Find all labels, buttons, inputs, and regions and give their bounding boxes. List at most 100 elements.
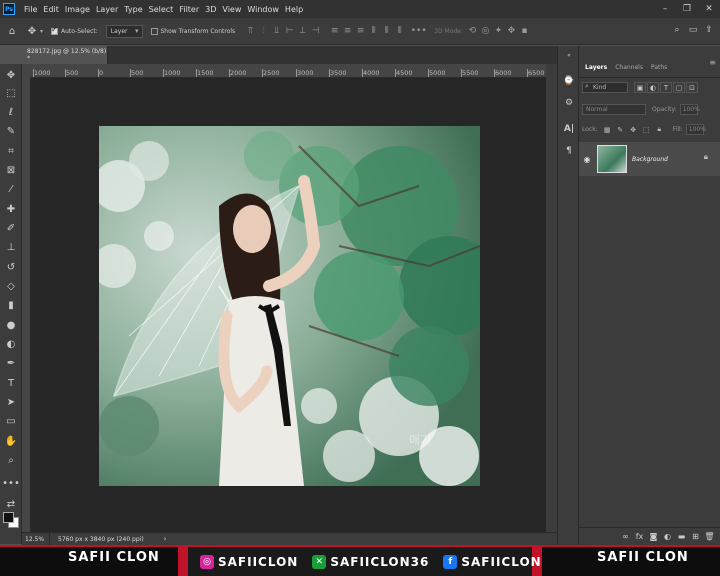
align-bottom-icon[interactable]: ⫫	[271, 25, 282, 37]
zoom-tool-icon[interactable]: ⌕	[2, 452, 20, 469]
menu-layer[interactable]: Layer	[93, 5, 121, 14]
panel-menu-icon[interactable]: ≡	[709, 58, 716, 67]
align-top-icon[interactable]: ⫪	[245, 25, 256, 37]
hand-tool-icon[interactable]: ✋	[2, 433, 20, 450]
type-tool-icon[interactable]: T	[2, 375, 20, 392]
align-right-icon[interactable]: ⊣	[310, 25, 321, 37]
3d-scale-icon[interactable]: ▪	[519, 25, 530, 37]
pixel-filter-icon[interactable]: ▣	[634, 82, 646, 93]
blend-mode-dropdown[interactable]: Normal	[582, 104, 646, 115]
frame-tool-icon[interactable]: ⊠	[2, 162, 20, 179]
distribute-top-icon[interactable]: ≡	[329, 25, 340, 37]
adjustment-layer-icon[interactable]: ◐	[661, 531, 674, 543]
menu-select[interactable]: Select	[146, 5, 177, 14]
3d-pan-icon[interactable]: ✦	[493, 25, 504, 37]
clone-stamp-tool-icon[interactable]: ⊥	[2, 239, 20, 256]
opacity-field[interactable]: 100%	[679, 104, 700, 115]
menu-view[interactable]: View	[219, 5, 244, 14]
distribute-bottom-icon[interactable]: ≡	[355, 25, 366, 37]
healing-brush-tool-icon[interactable]: ✚	[2, 201, 20, 218]
delete-layer-icon[interactable]: 🗑︎	[703, 531, 716, 543]
auto-select-target-dropdown[interactable]: Layer	[105, 24, 143, 38]
lasso-tool-icon[interactable]: ℓ	[2, 104, 20, 121]
layer-lock-icon[interactable]: 🔒︎	[704, 152, 708, 162]
auto-select-checkbox[interactable]	[51, 25, 59, 35]
visibility-eye-icon[interactable]: ◉	[579, 155, 595, 164]
dodge-tool-icon[interactable]: ◐	[2, 336, 20, 353]
horizontal-ruler[interactable]: 1000 500 0 500 1000 1500 2000 2500 3000 …	[31, 64, 546, 78]
home-icon[interactable]: ⌂	[4, 23, 20, 39]
lock-artboard-icon[interactable]: ⬚	[641, 124, 652, 135]
swap-colors-icon[interactable]: ⇄	[2, 496, 20, 513]
lock-all-icon[interactable]: 🔒︎	[654, 124, 665, 135]
lock-move-icon[interactable]: ✥	[628, 124, 639, 135]
pen-tool-icon[interactable]: ✒	[2, 355, 20, 372]
character-panel-icon[interactable]: A|	[562, 122, 576, 136]
adjustment-filter-icon[interactable]: ◐	[647, 82, 659, 93]
3d-rotate-icon[interactable]: ⟲	[467, 25, 478, 37]
document-tab[interactable]: 828172.jpg @ 12.5% (b/8) *	[22, 46, 108, 64]
chevron-right-icon[interactable]: ›	[164, 535, 167, 543]
layer-row[interactable]: ◉ Background 🔒︎	[579, 142, 720, 176]
tab-layers[interactable]: Layers	[581, 64, 611, 77]
move-tool-icon[interactable]: ✥	[24, 23, 40, 39]
distribute-center-icon[interactable]: ⦀	[381, 25, 392, 37]
tab-channels[interactable]: Channels	[611, 64, 647, 77]
tool-preset-chevron-icon[interactable]: ▾	[40, 28, 43, 35]
foreground-color-swatch[interactable]	[3, 512, 14, 523]
restore-icon[interactable]: ❐	[676, 0, 698, 18]
eyedropper-tool-icon[interactable]: ⁄	[2, 181, 20, 198]
lock-paint-icon[interactable]: ✎	[615, 124, 626, 135]
smart-object-filter-icon[interactable]: ⊡	[686, 82, 698, 93]
eraser-tool-icon[interactable]: ◇	[2, 278, 20, 295]
menu-filter[interactable]: Filter	[176, 5, 202, 14]
menu-3d[interactable]: 3D	[202, 5, 219, 14]
rectangle-tool-icon[interactable]: ▭	[2, 413, 20, 430]
new-layer-icon[interactable]: ⊞	[689, 531, 702, 543]
new-group-icon[interactable]: ▬	[675, 531, 688, 543]
lock-transparent-icon[interactable]: ▦	[602, 124, 613, 135]
shape-filter-icon[interactable]: ▢	[673, 82, 685, 93]
link-layers-icon[interactable]: ∞	[619, 531, 632, 543]
menu-edit[interactable]: Edit	[40, 5, 62, 14]
move-tool-icon[interactable]: ✥	[2, 67, 20, 84]
history-panel-icon[interactable]: ⌚	[562, 74, 576, 88]
distribute-middle-icon[interactable]: ≡	[342, 25, 353, 37]
align-left-icon[interactable]: ⊢	[284, 25, 295, 37]
fill-field[interactable]: 100%	[685, 124, 706, 135]
search-icon[interactable]: ⌕	[670, 23, 684, 37]
menu-type[interactable]: Type	[121, 5, 145, 14]
menu-window[interactable]: Window	[244, 5, 282, 14]
3d-slide-icon[interactable]: ✥	[506, 25, 517, 37]
quick-select-tool-icon[interactable]: ✎	[2, 123, 20, 140]
show-transform-checkbox[interactable]	[150, 27, 158, 35]
properties-panel-icon[interactable]: ⚙	[562, 96, 576, 110]
workspace-icon[interactable]: ▭	[686, 23, 700, 37]
zoom-level[interactable]: 12.5%	[22, 532, 50, 546]
path-selection-tool-icon[interactable]: ➤	[2, 394, 20, 411]
tab-paths[interactable]: Paths	[647, 64, 671, 77]
close-icon[interactable]: ✕	[698, 0, 720, 18]
edit-toolbar-icon[interactable]: •••	[2, 475, 20, 492]
distribute-right-icon[interactable]: ⦀	[394, 25, 405, 37]
3d-roll-icon[interactable]: ◎	[480, 25, 491, 37]
collapse-panels-icon[interactable]: «	[562, 48, 576, 62]
ruler-origin[interactable]	[22, 64, 31, 78]
vertical-scrollbar[interactable]	[546, 64, 557, 532]
blur-tool-icon[interactable]: ●	[2, 317, 20, 334]
align-middle-icon[interactable]: ⫶	[258, 25, 269, 37]
layer-name[interactable]: Background	[632, 156, 668, 163]
type-filter-icon[interactable]: T	[660, 82, 672, 93]
menu-image[interactable]: Image	[62, 5, 93, 14]
canvas-area[interactable]: 애기	[31, 78, 546, 532]
brush-tool-icon[interactable]: ✐	[2, 220, 20, 237]
more-options-icon[interactable]: •••	[411, 25, 427, 37]
add-mask-icon[interactable]: ◙	[647, 531, 660, 543]
document-image[interactable]: 애기	[99, 126, 480, 486]
layer-kind-filter[interactable]: Kind	[582, 82, 628, 93]
history-brush-tool-icon[interactable]: ↺	[2, 259, 20, 276]
marquee-tool-icon[interactable]: ⬚	[2, 85, 20, 102]
vertical-ruler[interactable]	[22, 78, 31, 532]
layer-style-icon[interactable]: fx	[633, 531, 646, 543]
distribute-left-icon[interactable]: ⦀	[368, 25, 379, 37]
